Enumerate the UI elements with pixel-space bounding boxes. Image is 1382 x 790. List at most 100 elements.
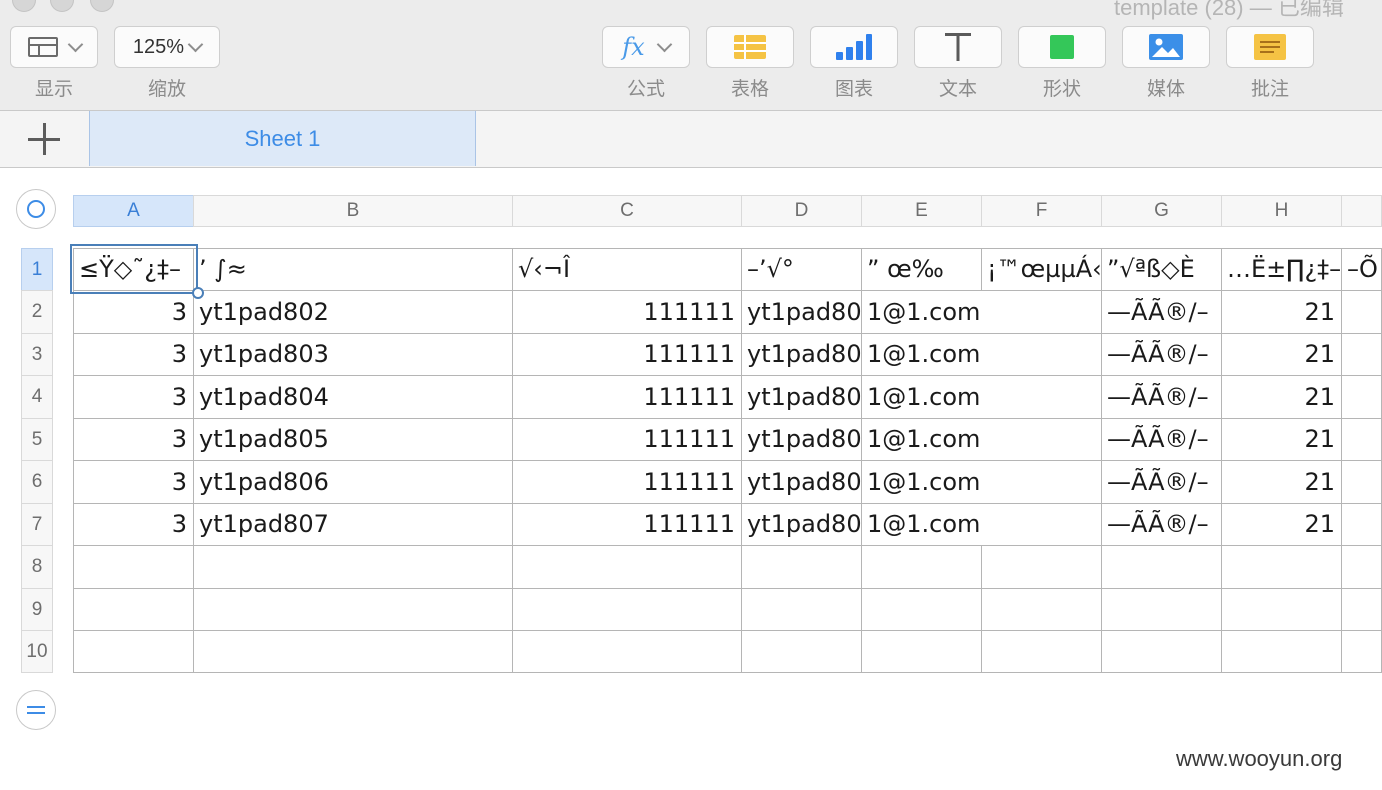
cell-e8[interactable] — [861, 545, 982, 589]
cell-i1[interactable]: –Õ — [1341, 248, 1382, 291]
cell-b9[interactable] — [193, 588, 513, 631]
row-header-1[interactable]: 1 — [21, 248, 53, 291]
cell-f9[interactable] — [981, 588, 1102, 631]
cell-i3[interactable] — [1341, 333, 1382, 376]
cell-i6[interactable] — [1341, 460, 1382, 504]
sheet-tab-sheet1[interactable]: Sheet 1 — [89, 111, 476, 166]
cell-a6[interactable]: 3 — [73, 460, 194, 504]
cell-h10[interactable] — [1221, 630, 1342, 673]
cell-e5[interactable]: 1@1.com — [861, 418, 1102, 461]
column-header-c[interactable]: C — [512, 195, 742, 227]
cell-h1[interactable]: …Ë±∏¿‡– — [1221, 248, 1342, 291]
add-row-handle[interactable] — [16, 690, 56, 730]
cell-c7[interactable]: 111111 — [512, 503, 742, 546]
column-header-a[interactable]: A — [73, 195, 194, 227]
cell-i4[interactable] — [1341, 375, 1382, 419]
column-header-i[interactable] — [1341, 195, 1382, 227]
cell-a10[interactable] — [73, 630, 194, 673]
cell-c9[interactable] — [512, 588, 742, 631]
cell-e4[interactable]: 1@1.com — [861, 375, 1102, 419]
cell-b6[interactable]: yt1pad806 — [193, 460, 513, 504]
cell-b8[interactable] — [193, 545, 513, 589]
cell-d4[interactable]: yt1pad804 — [741, 375, 862, 419]
cell-g10[interactable] — [1101, 630, 1222, 673]
cell-i2[interactable] — [1341, 290, 1382, 334]
cell-c3[interactable]: 111111 — [512, 333, 742, 376]
cell-c10[interactable] — [512, 630, 742, 673]
row-header-2[interactable]: 2 — [21, 290, 53, 334]
add-sheet-button[interactable] — [0, 111, 88, 167]
cell-h8[interactable] — [1221, 545, 1342, 589]
cell-c5[interactable]: 111111 — [512, 418, 742, 461]
row-header-8[interactable]: 8 — [21, 545, 53, 589]
cell-h2[interactable]: 21 — [1221, 290, 1342, 334]
cell-f1[interactable]: ¡™œµµÁ‹ — [981, 248, 1102, 291]
fill-handle[interactable] — [192, 287, 204, 299]
cell-i10[interactable] — [1341, 630, 1382, 673]
cell-b2[interactable]: yt1pad802 — [193, 290, 513, 334]
cell-b10[interactable] — [193, 630, 513, 673]
cell-i7[interactable] — [1341, 503, 1382, 546]
cell-h5[interactable]: 21 — [1221, 418, 1342, 461]
cell-g5[interactable]: —ÃÃ®/– — [1101, 418, 1222, 461]
comment-button[interactable] — [1226, 26, 1314, 68]
table-button[interactable] — [706, 26, 794, 68]
cell-a3[interactable]: 3 — [73, 333, 194, 376]
cell-g1[interactable]: ”√ªß◇È — [1101, 248, 1222, 291]
cell-e7[interactable]: 1@1.com — [861, 503, 1102, 546]
cell-h7[interactable]: 21 — [1221, 503, 1342, 546]
close-window-button[interactable] — [12, 0, 36, 12]
cell-b5[interactable]: yt1pad805 — [193, 418, 513, 461]
cell-c6[interactable]: 111111 — [512, 460, 742, 504]
cell-e6[interactable]: 1@1.com — [861, 460, 1102, 504]
media-button[interactable] — [1122, 26, 1210, 68]
cell-e1[interactable]: ” œ‰ — [861, 248, 982, 291]
cell-d5[interactable]: yt1pad805 — [741, 418, 862, 461]
row-header-3[interactable]: 3 — [21, 333, 53, 376]
formula-button[interactable]: fx — [602, 26, 690, 68]
cell-a8[interactable] — [73, 545, 194, 589]
cell-b7[interactable]: yt1pad807 — [193, 503, 513, 546]
cell-b3[interactable]: yt1pad803 — [193, 333, 513, 376]
cell-c8[interactable] — [512, 545, 742, 589]
cell-d2[interactable]: yt1pad802 — [741, 290, 862, 334]
row-header-5[interactable]: 5 — [21, 418, 53, 461]
cell-e9[interactable] — [861, 588, 982, 631]
cell-g6[interactable]: —ÃÃ®/– — [1101, 460, 1222, 504]
cell-d3[interactable]: yt1pad803 — [741, 333, 862, 376]
chart-button[interactable] — [810, 26, 898, 68]
cell-a4[interactable]: 3 — [73, 375, 194, 419]
cell-b4[interactable]: yt1pad804 — [193, 375, 513, 419]
minimize-window-button[interactable] — [50, 0, 74, 12]
cell-c1[interactable]: √‹¬Î — [512, 248, 742, 291]
cell-f8[interactable] — [981, 545, 1102, 589]
cell-b1[interactable]: ’ ∫≈ — [193, 248, 513, 291]
cell-e3[interactable]: 1@1.com — [861, 333, 1102, 376]
cell-h3[interactable]: 21 — [1221, 333, 1342, 376]
row-header-4[interactable]: 4 — [21, 375, 53, 419]
column-header-f[interactable]: F — [981, 195, 1102, 227]
cell-f10[interactable] — [981, 630, 1102, 673]
cell-a2[interactable]: 3 — [73, 290, 194, 334]
cell-a5[interactable]: 3 — [73, 418, 194, 461]
row-header-7[interactable]: 7 — [21, 503, 53, 546]
cell-g7[interactable]: —ÃÃ®/– — [1101, 503, 1222, 546]
cell-d8[interactable] — [741, 545, 862, 589]
view-button[interactable] — [10, 26, 98, 68]
cell-g8[interactable] — [1101, 545, 1222, 589]
cell-d9[interactable] — [741, 588, 862, 631]
cell-h4[interactable]: 21 — [1221, 375, 1342, 419]
column-header-e[interactable]: E — [861, 195, 982, 227]
shape-button[interactable] — [1018, 26, 1106, 68]
cell-h6[interactable]: 21 — [1221, 460, 1342, 504]
cell-i8[interactable] — [1341, 545, 1382, 589]
cell-d10[interactable] — [741, 630, 862, 673]
cell-c2[interactable]: 111111 — [512, 290, 742, 334]
cell-g9[interactable] — [1101, 588, 1222, 631]
cell-d7[interactable]: yt1pad807 — [741, 503, 862, 546]
column-header-g[interactable]: G — [1101, 195, 1222, 227]
row-header-9[interactable]: 9 — [21, 588, 53, 631]
cell-d6[interactable]: yt1pad806 — [741, 460, 862, 504]
column-header-d[interactable]: D — [741, 195, 862, 227]
cell-i5[interactable] — [1341, 418, 1382, 461]
